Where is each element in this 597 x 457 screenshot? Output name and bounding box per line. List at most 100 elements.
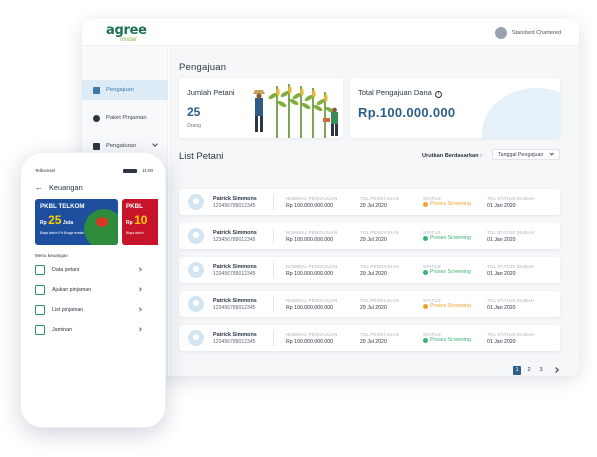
user-menu[interactable]: Standard Chartered <box>494 27 561 39</box>
menu-item-label: Jaminan <box>52 327 73 333</box>
nominal-cell: NOMINAL PENGAJUAN Rp 100.000.000.000 <box>286 332 337 345</box>
status-value: Proses Screening <box>430 303 471 309</box>
divider <box>273 228 274 244</box>
status-value: Proses Screening <box>430 269 471 275</box>
divider <box>273 330 274 346</box>
page-2-button[interactable]: 2 <box>525 366 533 375</box>
menu-item-list-pinjaman[interactable]: List pinjaman <box>35 303 145 317</box>
menu-item-label: Data petani <box>52 267 80 273</box>
sort-select[interactable]: Tanggal Pengajuan <box>492 149 560 160</box>
banner-amount-number: 10 <box>134 213 148 227</box>
column-header: TGL PENGAJUAN <box>360 230 400 235</box>
sidebar-item-label: Paket Pinjaman <box>106 115 147 121</box>
banner-currency: Rp <box>126 220 133 226</box>
banner-title: PKBL <box>126 203 143 210</box>
changed-value: 01 Jan 2020 <box>487 237 516 243</box>
column-header: NOMINAL PENGAJUAN <box>286 264 338 269</box>
nominal-value: Rp 100.000.000.000 <box>286 305 334 311</box>
banner-title: PKBL TELKOM <box>40 203 85 210</box>
banner-note: Biaya admin <box>126 231 144 235</box>
package-icon <box>93 114 100 122</box>
status-badge: Proses Screening <box>423 269 471 275</box>
status-cell: STATUS Proses Screening <box>423 196 471 207</box>
brand-logo[interactable]: agree modal <box>106 22 147 43</box>
table-row[interactable]: Patrick Simmons 123456789012345 NOMINAL PE… <box>179 291 560 317</box>
nominal-cell: NOMINAL PENGAJUAN Rp 100.000.000.000 <box>286 298 337 311</box>
chevron-right-icon <box>136 287 142 293</box>
promo-banner-pkbl[interactable]: PKBL Rp 10 Biaya admin <box>122 199 158 245</box>
back-arrow-icon[interactable]: ← <box>35 183 43 192</box>
farmer-id: 123456789012345 <box>213 271 256 277</box>
date-value: 29 Jul 2020 <box>360 305 387 311</box>
column-header: NOMINAL PENGAJUAN <box>286 332 338 337</box>
avatar <box>494 27 507 39</box>
banner-amount: Rp 25 Juta <box>40 213 73 227</box>
promo-banner-telkom[interactable]: PKBL TELKOM Rp 25 Juta Biaya admin 0% Bu… <box>35 199 118 245</box>
user-name: Standard Chartered <box>511 30 561 36</box>
column-header: TGL STATUS DIUBAH <box>487 332 535 337</box>
card-value: 25 <box>187 105 201 119</box>
farmer-id: 123456789012345 <box>213 203 256 209</box>
logo-main: agree <box>106 23 147 38</box>
table-row[interactable]: Patrick Simmons 123456789012345 NOMINAL PE… <box>179 223 560 249</box>
date-value: 29 Jul 2020 <box>360 237 387 243</box>
avatar <box>188 228 204 244</box>
farmer-id: 123456789012345 <box>213 237 256 243</box>
date-cell: TGL PENGAJUAN 29 Jul 2020 <box>360 230 399 243</box>
top-bar: agree modal Standard Chartered <box>82 19 579 46</box>
column-header: NOMINAL PENGAJUAN <box>286 230 338 235</box>
column-header: TGL PENGAJUAN <box>360 332 400 337</box>
table-row[interactable]: Patrick Simmons 123456789012345 NOMINAL PE… <box>179 325 560 351</box>
banner-amount: Rp 10 <box>126 213 147 227</box>
farmer-name: Patrick Simmons <box>213 264 257 270</box>
card-title: Total Pengajuan Dana i <box>358 88 442 98</box>
menu-item-ajukan-pinjaman[interactable]: Ajukan pinjaman <box>35 283 145 297</box>
sidebar-item-paket-pinjaman[interactable]: Paket Pinjaman <box>82 108 168 128</box>
status-badge: Proses Screening <box>423 337 471 343</box>
page-3-button[interactable]: 3 <box>537 366 545 375</box>
table-row[interactable]: Patrick Simmons 123456789012345 NOMINAL PE… <box>179 189 560 215</box>
status-dot-icon <box>423 337 428 343</box>
status-bar: Telkomsel 11:00 <box>35 168 153 176</box>
column-header: TGL STATUS DIUBAH <box>487 230 535 235</box>
status-dot-icon <box>423 235 428 241</box>
column-header: NOMINAL PENGAJUAN <box>286 298 338 303</box>
column-header: NOMINAL PENGAJUAN <box>286 196 338 201</box>
menu-item-label: Ajukan pinjaman <box>52 287 92 293</box>
main-content: Pengajuan Jumlah Petani 25 Orang Total P… <box>169 46 579 376</box>
stage: agree modal Standard Chartered Pengajuan… <box>0 0 597 457</box>
sidebar-item-pengajuan[interactable]: Pengajuan <box>82 80 168 100</box>
page-title: Pengajuan <box>179 62 227 73</box>
menu-item-jaminan[interactable]: Jaminan <box>35 323 145 337</box>
farmer-id: 123456789012345 <box>213 339 256 345</box>
mobile-header: ← Keuangan <box>35 181 153 193</box>
page-1-button[interactable]: 1 <box>513 366 521 375</box>
banner-note: Biaya admin 0% Bunga rendah <box>40 231 84 235</box>
farmer-name: Patrick Simmons <box>213 196 257 202</box>
status-cell: STATUS Proses Screening <box>423 298 471 309</box>
changed-value: 01 Jan 2020 <box>487 203 516 209</box>
divider <box>273 296 274 312</box>
decorative-blob <box>482 88 560 138</box>
list-icon <box>93 86 100 94</box>
sort-label: Urutkan Berdasarkan : <box>422 153 482 159</box>
card-value: Rp.100.000.000 <box>358 105 456 120</box>
total-funding-card: Total Pengajuan Dana i Rp.100.000.000 <box>350 78 560 138</box>
chevron-down-icon <box>548 151 554 157</box>
certificate-icon <box>35 325 45 335</box>
info-icon[interactable]: i <box>434 91 442 98</box>
vegetable-image <box>84 209 118 245</box>
status-cell: STATUS Proses Screening <box>423 230 471 241</box>
signal-battery-icon <box>123 169 137 173</box>
column-header: TGL STATUS DIUBAH <box>487 298 535 303</box>
date-cell: TGL PENGAJUAN 29 Jul 2020 <box>360 298 399 311</box>
next-page-icon[interactable] <box>553 367 559 373</box>
nominal-cell: NOMINAL PENGAJUAN Rp 100.000.000.000 <box>286 196 337 209</box>
phone-frame: Telkomsel 11:00 ← Keuangan PKBL TELKOM R… <box>20 152 166 428</box>
table-row[interactable]: Patrick Simmons 123456789012345 NOMINAL PE… <box>179 257 560 283</box>
chevron-right-icon <box>136 307 142 313</box>
status-value: Proses Screening <box>430 337 471 343</box>
menu-item-data-petani[interactable]: Data petani <box>35 263 145 277</box>
changed-cell: TGL STATUS DIUBAH 01 Jan 2020 <box>487 264 534 277</box>
hand-money-icon <box>35 285 45 295</box>
